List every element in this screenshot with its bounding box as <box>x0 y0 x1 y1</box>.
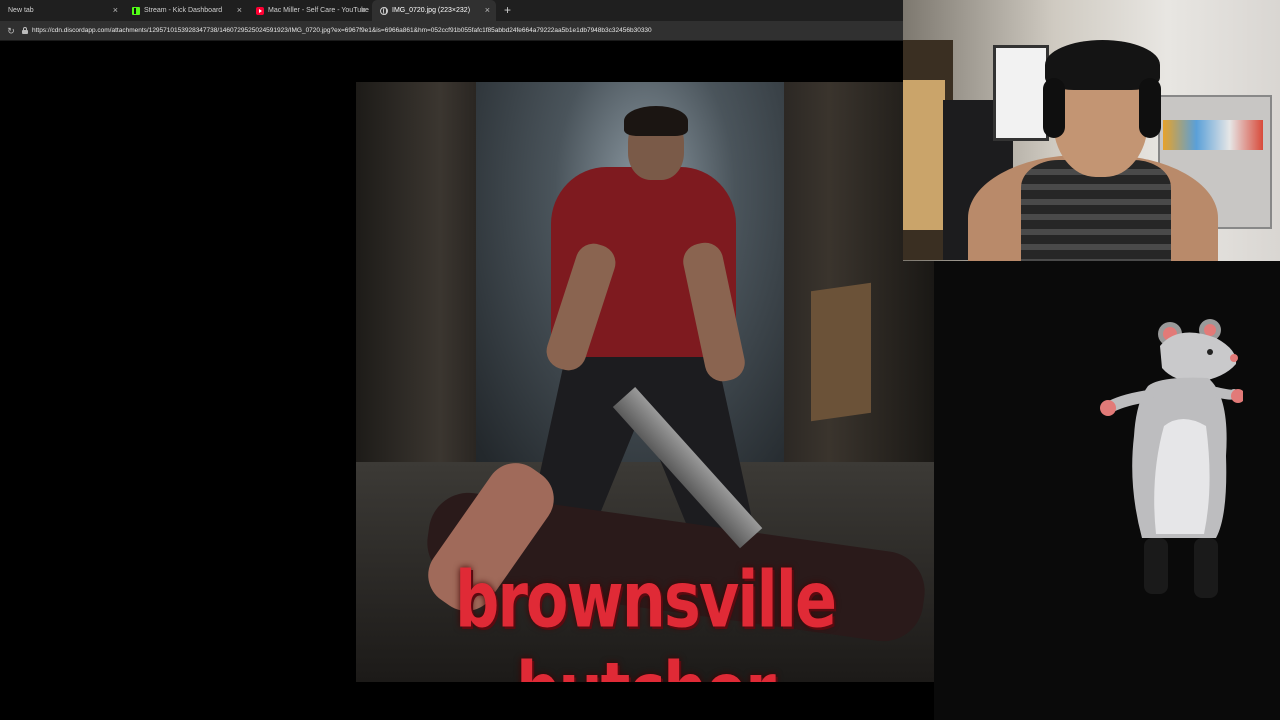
poster-title: brownsville butcher <box>454 553 837 682</box>
tab-new-tab[interactable]: New tab × <box>0 0 124 21</box>
youtube-icon <box>256 6 264 15</box>
rat-mascot-icon <box>1100 319 1243 598</box>
kick-icon <box>132 6 140 15</box>
url-field[interactable]: https://cdn.discordapp.com/attachments/1… <box>32 27 652 34</box>
tab-image[interactable]: IMG_0720.jpg (223×232) × <box>372 0 496 21</box>
headphones-icon <box>1043 78 1065 138</box>
poster-image: brownsville butcher <box>356 82 934 682</box>
globe-icon <box>380 6 388 15</box>
site-info-icon[interactable] <box>22 27 28 34</box>
tab-title: Stream - Kick Dashboard <box>144 7 223 14</box>
webcam-feed <box>903 0 1280 261</box>
new-tab-button[interactable]: + <box>496 0 519 21</box>
tab-title: Mac Miller - Self Care - YouTube <box>268 7 369 14</box>
address-bar: ↻ https://cdn.discordapp.com/attachments… <box>0 21 903 41</box>
tab-title: New tab <box>8 7 34 14</box>
close-icon[interactable]: × <box>361 5 366 15</box>
tab-kick-dashboard[interactable]: Stream - Kick Dashboard × <box>124 0 248 21</box>
close-icon[interactable]: × <box>237 5 242 15</box>
tab-youtube[interactable]: Mac Miller - Self Care - YouTube × <box>248 0 372 21</box>
close-icon[interactable]: × <box>113 5 118 15</box>
close-icon[interactable]: × <box>485 5 490 15</box>
tab-bar: New tab × Stream - Kick Dashboard × Mac … <box>0 0 903 21</box>
tab-title: IMG_0720.jpg (223×232) <box>392 7 471 14</box>
reload-icon[interactable]: ↻ <box>6 26 16 36</box>
